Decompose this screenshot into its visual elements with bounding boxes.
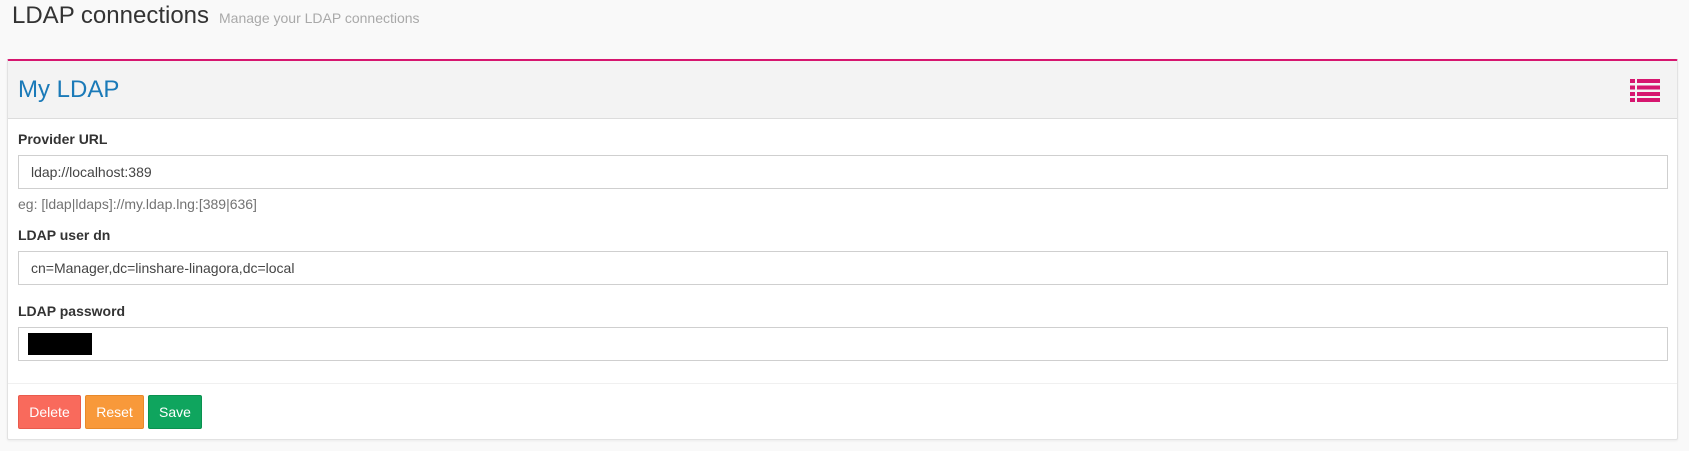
page-title: LDAP connections (12, 2, 210, 29)
user-dn-group: LDAP user dn (18, 227, 1668, 285)
panel-footer: Delete Reset Save (8, 383, 1677, 439)
ldap-connection-panel: My LDAP Provider URL eg: [ldap|ldaps]://… (7, 59, 1678, 440)
provider-url-group: Provider URL eg: [ldap|ldaps]://my.ldap.… (18, 131, 1668, 213)
save-button[interactable]: Save (148, 394, 202, 429)
page-header: LDAP connections Manage your LDAP connec… (12, 2, 420, 38)
password-input[interactable] (18, 327, 1668, 361)
user-dn-input[interactable] (18, 251, 1668, 285)
panel-heading: My LDAP (8, 61, 1677, 119)
password-mask (28, 333, 92, 355)
page-subtitle: Manage your LDAP connections (219, 10, 420, 26)
panel-body: Provider URL eg: [ldap|ldaps]://my.ldap.… (8, 119, 1677, 361)
password-label: LDAP password (18, 303, 126, 319)
reset-button[interactable]: Reset (85, 394, 144, 429)
password-group: LDAP password (18, 303, 1668, 361)
delete-button[interactable]: Delete (18, 394, 81, 429)
list-icon[interactable] (1630, 78, 1660, 102)
user-dn-label: LDAP user dn (18, 227, 111, 243)
provider-url-help: eg: [ldap|ldaps]://my.ldap.lng:[389|636] (18, 196, 257, 212)
panel-title: My LDAP (18, 75, 120, 103)
provider-url-label: Provider URL (18, 131, 108, 147)
provider-url-input[interactable] (18, 155, 1668, 189)
